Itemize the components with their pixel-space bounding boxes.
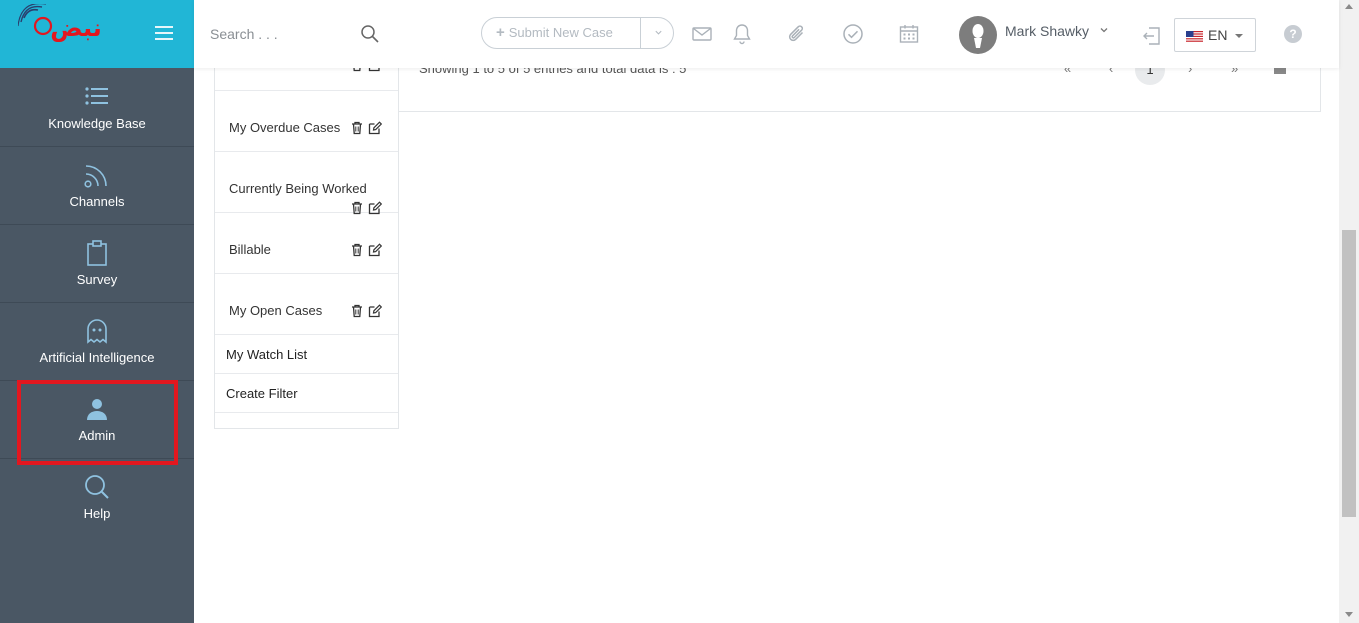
sidebar-item-label: Help xyxy=(83,506,111,521)
filter-item-actions xyxy=(350,304,386,318)
sidebar-item-label: Survey xyxy=(76,272,118,287)
filter-item-label: My Open Cases xyxy=(229,303,323,318)
sidebar-item-knowledge-base[interactable]: Knowledge Base xyxy=(0,69,194,147)
trash-icon[interactable] xyxy=(350,304,364,318)
edit-icon[interactable] xyxy=(368,121,383,135)
filter-item-overdue[interactable]: My Overdue Cases xyxy=(215,91,398,152)
edit-icon[interactable] xyxy=(368,304,383,318)
list-icon xyxy=(85,87,108,105)
filter-panel: Filter My Overdue Cases Currently Being … xyxy=(214,30,399,429)
filter-item-open-cases[interactable]: My Open Cases xyxy=(215,274,398,335)
logo-bar: نبض xyxy=(0,0,194,68)
sidebar-item-artificial-intelligence[interactable]: Artificial Intelligence xyxy=(0,303,194,381)
submit-new-case-label: Submit New Case xyxy=(508,25,613,40)
user-name: Mark Shawky xyxy=(1005,23,1090,39)
calendar-icon[interactable] xyxy=(897,22,921,46)
sidebar-item-survey[interactable]: Survey xyxy=(0,225,194,303)
filter-item-label: Currently Being Worked xyxy=(229,181,367,196)
sidebar-item-channels[interactable]: Channels xyxy=(0,147,194,225)
filter-item-actions xyxy=(350,121,386,135)
sidebar-item-label: Channels xyxy=(69,194,125,209)
menu-toggle-icon[interactable] xyxy=(155,26,173,40)
sidebar: نبض Knowledge Base Channels Survey Artif… xyxy=(0,0,194,623)
avatar-silhouette-icon xyxy=(972,24,984,48)
filter-item-label: My Overdue Cases xyxy=(229,120,341,135)
page-scrollbar[interactable] xyxy=(1339,0,1359,623)
main-content: Filter My Overdue Cases Currently Being … xyxy=(194,0,1339,623)
user-icon xyxy=(87,399,107,420)
us-flag-icon xyxy=(1186,31,1203,42)
edit-icon[interactable] xyxy=(368,243,383,257)
submit-new-case-button[interactable]: + Submit New Case xyxy=(482,18,641,48)
my-watch-list-link[interactable]: My Watch List xyxy=(215,335,398,374)
trash-icon[interactable] xyxy=(350,121,364,135)
rss-icon xyxy=(84,165,107,188)
search-icon[interactable] xyxy=(360,24,380,44)
search-input[interactable] xyxy=(210,20,350,48)
logout-icon[interactable] xyxy=(1140,24,1164,48)
top-header: +Submit New Case Mark Shawky EN ? xyxy=(194,0,1339,68)
search-icon xyxy=(85,475,109,499)
chevron-down-icon xyxy=(654,30,662,35)
language-selector[interactable]: EN xyxy=(1174,18,1256,52)
plus-icon: + xyxy=(496,24,505,41)
filter-item-label: Billable xyxy=(229,242,271,257)
sidebar-item-help[interactable]: Help xyxy=(0,459,194,537)
sidebar-item-label: Admin xyxy=(78,428,116,443)
clipboard-icon xyxy=(87,240,107,266)
create-filter-link[interactable]: Create Filter xyxy=(215,374,398,413)
chevron-down-icon xyxy=(1100,28,1108,33)
filter-item-actions xyxy=(350,243,386,257)
avatar xyxy=(959,16,997,54)
help-question-icon[interactable]: ? xyxy=(1284,25,1302,43)
submit-case-group: + Submit New Case xyxy=(481,17,674,49)
sidebar-item-admin[interactable]: Admin xyxy=(0,381,194,459)
trash-icon[interactable] xyxy=(350,243,364,257)
check-circle-icon[interactable] xyxy=(841,22,865,46)
brand-logo[interactable]: نبض xyxy=(18,4,118,48)
scroll-down-icon[interactable] xyxy=(1345,612,1353,617)
bell-icon[interactable] xyxy=(730,22,754,46)
paperclip-icon[interactable] xyxy=(785,22,809,46)
filter-item-currently-worked[interactable]: Currently Being Worked xyxy=(215,152,398,215)
mail-icon[interactable] xyxy=(690,22,714,46)
logo-text: نبض xyxy=(50,14,102,42)
submit-dropdown-toggle[interactable] xyxy=(642,18,674,48)
filter-item-billable[interactable]: Billable xyxy=(215,213,398,274)
sidebar-item-label: Artificial Intelligence xyxy=(39,350,155,365)
caret-down-icon xyxy=(1235,34,1243,38)
scroll-up-icon[interactable] xyxy=(1345,4,1353,9)
ghost-icon xyxy=(87,319,107,344)
language-label: EN xyxy=(1208,27,1228,43)
scroll-thumb[interactable] xyxy=(1342,230,1356,517)
sidebar-item-label: Knowledge Base xyxy=(48,116,146,131)
